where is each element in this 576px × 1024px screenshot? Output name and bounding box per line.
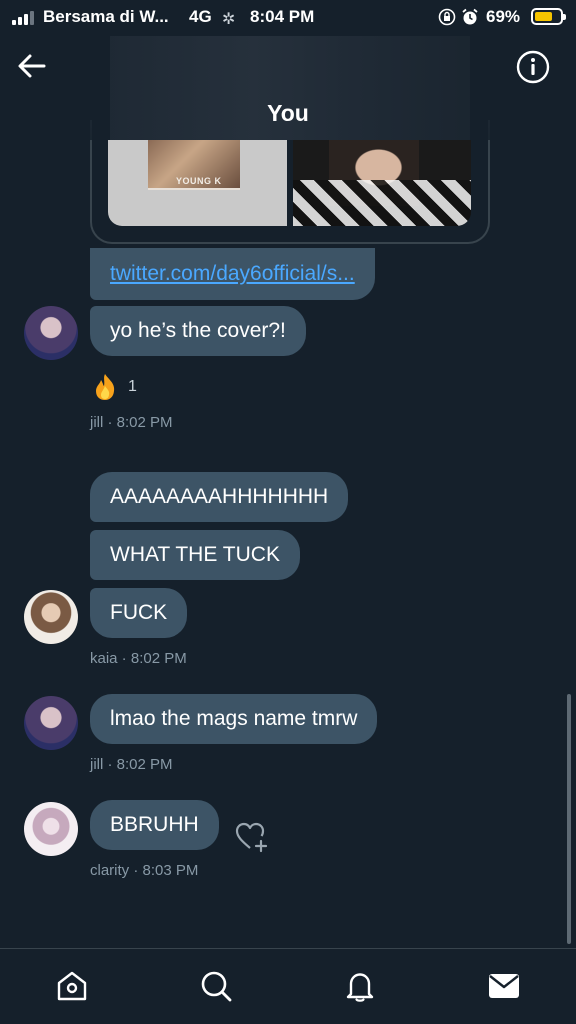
avatar-jill[interactable] xyxy=(24,696,78,750)
message-meta: kaia · 8:02 PM xyxy=(90,650,187,667)
status-bar: Bersama di W... 4G ✲ 8:04 PM 69% xyxy=(0,0,576,36)
orientation-lock-icon xyxy=(438,8,456,26)
message-reaction[interactable]: 1 xyxy=(90,372,137,402)
bell-icon[interactable] xyxy=(343,969,377,1003)
message-bubble[interactable]: yo he’s the cover?! xyxy=(90,306,306,356)
tweet-link[interactable]: twitter.com/day6official/s... xyxy=(110,262,355,285)
message-bubble[interactable]: BBRUHH xyxy=(90,800,219,850)
portrait-jacket xyxy=(293,180,471,226)
info-circle-icon[interactable] xyxy=(516,50,550,84)
message-meta: jill · 8:02 PM xyxy=(90,756,173,773)
avatar-jill[interactable] xyxy=(24,306,78,360)
status-time: 8:04 PM xyxy=(250,7,315,26)
battery-level xyxy=(535,12,552,21)
heart-plus-icon[interactable] xyxy=(234,820,270,854)
avatar-kaia[interactable] xyxy=(24,590,78,644)
message-meta: clarity · 8:03 PM xyxy=(90,862,199,879)
tweet-image-portrait[interactable] xyxy=(293,140,471,226)
home-icon[interactable] xyxy=(55,969,89,1003)
message-bubble[interactable]: WHAT THE TUCK xyxy=(90,530,300,580)
message-meta: jill · 8:02 PM xyxy=(90,414,173,431)
bottom-navigation xyxy=(0,948,576,1024)
message-list[interactable]: YOUNG K twitter.com/day6official/s... yo… xyxy=(0,120,576,948)
search-icon[interactable] xyxy=(199,969,233,1003)
network-type: 4G xyxy=(189,7,212,26)
fire-emoji-icon xyxy=(96,374,115,400)
battery-icon xyxy=(531,8,566,25)
link-message-bubble[interactable]: twitter.com/day6official/s... xyxy=(90,248,375,300)
reaction-count: 1 xyxy=(128,378,137,395)
alarm-icon xyxy=(462,8,478,25)
loading-spinner-icon: ✲ xyxy=(222,11,236,28)
message-bubble[interactable]: lmao the mags name tmrw xyxy=(90,694,378,744)
conversation-title: You xyxy=(267,100,309,126)
signal-strength-icon xyxy=(12,11,34,25)
message-bubble[interactable]: FUCK xyxy=(90,588,188,638)
message-bubble[interactable]: AAAAAAAAHHHHHHH xyxy=(90,472,349,522)
tweet-image-magazine[interactable]: YOUNG K xyxy=(108,140,287,226)
arrow-left-icon[interactable] xyxy=(16,50,48,82)
avatar-clarity[interactable] xyxy=(24,802,78,856)
dm-conversation-screen: Bersama di W... 4G ✲ 8:04 PM 69% You YOU… xyxy=(0,0,576,1024)
carrier-name: Bersama di W... xyxy=(43,7,169,26)
conversation-header: You xyxy=(0,36,576,140)
envelope-icon[interactable] xyxy=(487,969,521,1003)
magazine-cover-label: YOUNG K xyxy=(176,176,222,186)
battery-percent: 69% xyxy=(486,7,521,26)
scrollbar[interactable] xyxy=(567,694,571,944)
